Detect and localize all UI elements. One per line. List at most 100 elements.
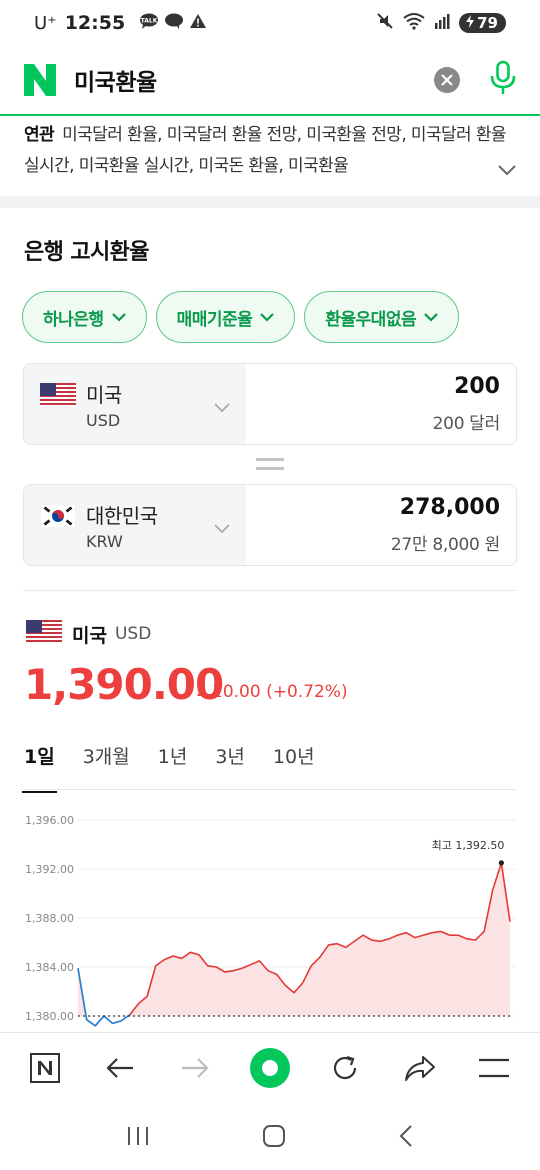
naver-logo[interactable] xyxy=(22,62,58,98)
mute-icon xyxy=(376,12,394,35)
battery-bolt-icon xyxy=(465,14,475,32)
from-amount-field[interactable]: 200 200 달러 xyxy=(246,364,516,444)
chart-series-down-segment xyxy=(112,1020,122,1025)
status-bar: U⁺ 12:55 TALK 79 xyxy=(0,0,540,46)
rate-header: 미국 USD xyxy=(26,620,151,648)
chart-series-down-segment xyxy=(103,1015,114,1024)
from-amount-value: 200 xyxy=(454,374,500,399)
y-tick-label: 1,384.00 xyxy=(25,961,74,974)
forward-button[interactable] xyxy=(169,1044,221,1096)
chevron-down-icon xyxy=(498,161,516,181)
y-tick-label: 1,388.00 xyxy=(25,912,74,925)
from-currency-code: USD xyxy=(86,410,121,430)
status-time: 12:55 xyxy=(64,12,126,34)
home-button[interactable] xyxy=(262,1124,286,1152)
naver-home-button[interactable] xyxy=(19,1044,71,1096)
refresh-icon xyxy=(330,1053,360,1087)
chip-label: 환율우대없음 xyxy=(325,309,417,330)
to-amount-words: 27만 8,000 원 xyxy=(390,535,500,555)
rate-type-chip[interactable]: 매매기준율 xyxy=(155,291,296,343)
battery-level: 79 xyxy=(477,14,498,32)
rate-change-value: 10.00 (+0.72%) xyxy=(212,682,348,702)
y-tick-label: 1,396.00 xyxy=(25,814,74,827)
bank-select-chip[interactable]: 하나은행 xyxy=(22,291,147,343)
tab-3y[interactable]: 3년 xyxy=(215,738,245,791)
share-button[interactable] xyxy=(394,1044,446,1096)
related-searches: 연관 미국달러 환율, 미국달러 환율 전망, 미국환율 전망, 미국달러 환율 … xyxy=(0,118,540,196)
triangle-up-icon xyxy=(196,682,208,702)
y-tick-label: 1,380.00 xyxy=(25,1010,74,1023)
divider xyxy=(23,590,517,591)
to-amount-value: 278,000 xyxy=(399,495,500,520)
y-tick-label: 1,392.00 xyxy=(25,863,74,876)
exchange-rate-value: 1,390.00 xyxy=(24,660,224,709)
kr-flag-icon xyxy=(39,503,77,529)
arrow-right-icon xyxy=(180,1056,210,1084)
chart-series-down-segment xyxy=(86,1019,96,1027)
talk-icon: TALK xyxy=(139,13,159,34)
to-currency-name: 대한민국 xyxy=(86,503,158,528)
recent-apps-button[interactable] xyxy=(126,1125,150,1151)
related-keywords[interactable]: 미국달러 환율, 미국달러 환율 전망, 미국환율 전망, 미국달러 환율 실시… xyxy=(24,125,507,176)
filter-chips: 하나은행 매매기준율 환율우대없음 xyxy=(22,291,460,343)
chip-label: 하나은행 xyxy=(43,309,104,330)
to-currency-code: KRW xyxy=(86,531,123,551)
tab-10y[interactable]: 10년 xyxy=(273,738,315,791)
chevron-down-icon xyxy=(214,398,230,417)
share-icon xyxy=(404,1054,436,1086)
hamburger-icon xyxy=(478,1057,510,1083)
converter-to-row: 대한민국 KRW 278,000 27만 8,000 원 xyxy=(23,484,517,566)
converter-from-row: 미국 USD 200 200 달러 xyxy=(23,363,517,445)
chevron-down-icon xyxy=(214,519,230,538)
tab-3m[interactable]: 3개월 xyxy=(83,738,130,791)
section-divider xyxy=(0,196,540,208)
max-label: 최고 1,392.50 xyxy=(432,839,505,852)
system-back-button[interactable] xyxy=(398,1124,414,1152)
signal-icon xyxy=(434,13,450,34)
wifi-icon xyxy=(403,12,425,35)
to-currency-select[interactable]: 대한민국 KRW xyxy=(24,485,246,565)
chart-series-down-segment xyxy=(94,1015,105,1027)
from-amount-words: 200 달러 xyxy=(432,414,501,434)
from-currency-name: 미국 xyxy=(86,382,122,407)
tab-1y[interactable]: 1년 xyxy=(158,738,188,791)
microphone-icon xyxy=(489,60,517,100)
voice-search-button[interactable] xyxy=(488,60,518,100)
exchange-rate-chart[interactable]: 1,396.00 1,392.00 1,388.00 1,384.00 1,380.00… xyxy=(0,800,540,1032)
us-flag-icon xyxy=(40,383,76,407)
green-dot-button[interactable] xyxy=(244,1044,296,1096)
tab-1d[interactable]: 1일 xyxy=(22,738,57,793)
preference-chip[interactable]: 환율우대없음 xyxy=(304,291,460,343)
back-button[interactable] xyxy=(94,1044,146,1096)
carrier-label: U⁺ xyxy=(34,12,57,34)
menu-button[interactable] xyxy=(468,1044,520,1096)
close-icon xyxy=(441,71,453,90)
clear-search-button[interactable] xyxy=(434,67,460,93)
rate-change: 10.00 (+0.72%) xyxy=(196,682,348,702)
system-navigation-bar xyxy=(0,1106,540,1170)
chevron-down-icon xyxy=(260,307,275,327)
rate-currency-code: USD xyxy=(114,624,152,644)
to-amount-field[interactable]: 278,000 27만 8,000 원 xyxy=(246,485,516,565)
related-label: 연관 xyxy=(24,125,55,145)
svg-text:TALK: TALK xyxy=(141,17,158,24)
refresh-button[interactable] xyxy=(319,1044,371,1096)
tab-underline xyxy=(24,789,517,790)
expand-related-button[interactable] xyxy=(498,156,516,187)
chevron-down-icon xyxy=(424,307,438,327)
search-bar: 미국환율 xyxy=(0,46,540,116)
search-input[interactable]: 미국환율 xyxy=(74,63,434,97)
warning-icon xyxy=(189,13,207,34)
battery-indicator: 79 xyxy=(459,13,506,33)
chevron-down-icon xyxy=(111,307,126,327)
rate-currency-name: 미국 xyxy=(72,624,107,647)
message-icon xyxy=(164,13,184,34)
chip-label: 매매기준율 xyxy=(176,309,253,330)
equals-icon xyxy=(256,458,284,472)
arrow-left-icon xyxy=(105,1056,135,1084)
period-tabs: 1일 3개월 1년 3년 10년 xyxy=(22,738,343,793)
green-dot-icon xyxy=(248,1046,292,1094)
chart-canvas: 1,396.00 1,392.00 1,388.00 1,384.00 1,380.00… xyxy=(25,814,516,1027)
from-currency-select[interactable]: 미국 USD xyxy=(24,364,246,444)
naver-n-icon xyxy=(29,1052,61,1088)
